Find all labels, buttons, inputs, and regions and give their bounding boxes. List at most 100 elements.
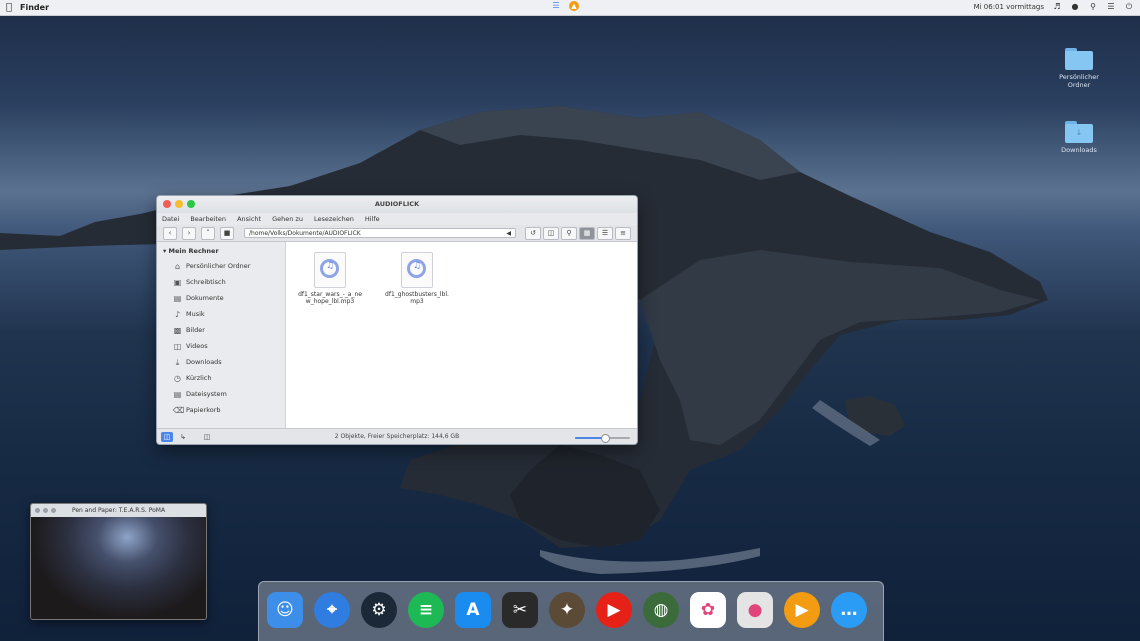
sidebar-item-desktop[interactable]: ▣ Schreibtisch [157,274,285,290]
path-field[interactable]: /home/Volks/Dokumente/AUDIOFLICK ◀ [244,228,516,238]
desktop-icon-downloads[interactable]: ↓ Downloads [1049,121,1109,154]
video-title: Pen and Paper: T.E.A.R.S. PoMA [71,507,166,514]
previous-location-icon[interactable]: ↺ [525,227,541,240]
video-frame[interactable] [31,517,206,619]
messages-icon[interactable]: … [831,592,867,628]
video-titlebar[interactable]: Pen and Paper: T.E.A.R.S. PoMA [31,504,206,517]
volume-icon[interactable]: ♬ [1052,2,1062,12]
app-store-icon[interactable]: A [455,592,491,628]
location-toggle-button[interactable]: ■ [220,226,234,240]
search-button[interactable]: ⚲ [561,227,577,240]
video-minimize-button[interactable] [43,508,48,513]
sidebar-item-label: Dateisystem [186,390,227,398]
menu-ansicht[interactable]: Ansicht [237,215,261,223]
places-toggle-icon[interactable]: ◫ [161,432,173,442]
desktop-icon-label: Downloads [1061,146,1097,154]
sidebar-item-pictures[interactable]: ▩ Bilder [157,322,285,338]
safari-icon[interactable]: ⌖ [314,592,350,628]
sidebar-item-music[interactable]: ♪ Musik [157,306,285,322]
window-title: AUDIOFLICK [374,200,420,208]
back-button[interactable]: ‹ [163,226,177,240]
sidebar-item-label: Bilder [186,326,205,334]
play-icon[interactable]: ▶ [784,592,820,628]
sidebar-item-videos[interactable]: ◫ Videos [157,338,285,354]
new-tab-icon[interactable]: ◫ [543,227,559,240]
download-folder-icon: ↓ [1065,121,1093,143]
file-name: df1_star_wars_-_a_new_hope_lbl.mp3 [298,291,362,305]
menu-datei[interactable]: Datei [162,215,179,223]
file-item[interactable]: ♫ df1_star_wars_-_a_new_hope_lbl.mp3 [298,252,362,305]
pictures-icon: ▩ [173,325,182,335]
status-text: 2 Objekte, Freier Speicherplatz: 144,6 G… [334,433,460,440]
path-text: /home/Volks/Dokumente/AUDIOFLICK [249,230,361,237]
desktop-icon-label: Persönlicher Ordner [1059,73,1099,89]
sidebar-item-home[interactable]: ⌂ Persönlicher Ordner [157,258,285,274]
forward-button[interactable]: › [182,226,196,240]
menu-bar:  Finder ☰ ▲ Mi 06:01 vormittags ♬ ● ⚲ ☰… [0,0,1140,16]
file-area[interactable]: ♫ df1_star_wars_-_a_new_hope_lbl.mp3 ♫ d… [286,242,637,428]
filesystem-icon: ▤ [173,389,182,399]
list-view-button[interactable]: ☰ [597,227,613,240]
up-button[interactable]: ˄ [201,226,215,240]
app-menu-finder[interactable]: Finder [20,3,49,12]
menu-gehen-zu[interactable]: Gehen zu [272,215,303,223]
zoom-slider-knob[interactable] [601,434,611,443]
folder-icon [1065,48,1093,70]
sidebar-item-label: Videos [186,342,208,350]
zoom-slider[interactable] [575,434,630,443]
trash-icon: ⌫ [173,405,185,415]
game-center-icon[interactable]: ● [737,592,773,628]
search-icon[interactable]: ⚲ [1088,2,1098,12]
status-bar: ◫ ↳ ◫ 2 Objekte, Freier Speicherplatz: 1… [157,428,637,444]
music-icon: ♪ [174,309,181,319]
desktop:  Finder ☰ ▲ Mi 06:01 vormittags ♬ ● ⚲ ☰… [0,0,1140,641]
video-close-button[interactable] [35,508,40,513]
audio-file-icon: ♫ [314,252,346,288]
sidebar-item-filesystem[interactable]: ▤ Dateisystem [157,386,285,402]
power-icon[interactable]: ⏻ [1124,2,1134,12]
sidebar-item-label: Kürzlich [186,374,212,382]
tree-toggle-icon[interactable]: ↳ [177,432,189,442]
youtube-icon[interactable]: ▶ [596,592,632,628]
steam-icon[interactable]: ⚙ [361,592,397,628]
sidebar-toggle-icon[interactable]: ◫ [201,432,213,442]
apple-menu-icon[interactable]:  [6,2,12,13]
dock: ☺ ⌖ ⚙ ≡ A ✂ ✦ ▶ ◍ ✿ ● ▶ … [258,581,884,641]
window-titlebar[interactable]: AUDIOFLICK [157,196,637,213]
sidebar-item-label: Schreibtisch [186,278,226,286]
finder-icon[interactable]: ☺ [267,592,303,628]
sidebar: ▾ Mein Rechner ⌂ Persönlicher Ordner ▣ Sch… [157,242,286,428]
desktop-icon: ▣ [173,277,182,287]
menu-lesezeichen[interactable]: Lesezeichen [314,215,354,223]
notification-icon[interactable]: ☰ [1106,2,1116,12]
sidebar-item-trash[interactable]: ⌫ Papierkorb [157,402,285,418]
user-icon[interactable]: ● [1070,2,1080,12]
globe-icon[interactable]: ◍ [643,592,679,628]
toolbar: ‹ › ˄ ■ /home/Volks/Dokumente/AUDIOFLICK… [157,225,637,242]
compact-view-button[interactable]: ≡ [615,227,631,240]
clock-text[interactable]: Mi 06:01 vormittags [974,3,1044,11]
counter-strike-icon[interactable]: ✦ [549,592,585,628]
menu-hilfe[interactable]: Hilfe [365,215,380,223]
list-icon[interactable]: ☰ [551,1,561,11]
bookmark-icon[interactable]: ◀ [506,229,511,239]
menu-bearbeiten[interactable]: Bearbeiten [190,215,226,223]
finder-window: AUDIOFLICK Datei Bearbeiten Ansicht Gehe… [156,195,638,445]
sidebar-item-label: Papierkorb [186,406,221,414]
recent-icon: ◷ [174,373,181,383]
icon-view-button[interactable]: ▦ [579,227,595,240]
sidebar-item-label: Downloads [186,358,222,366]
sidebar-item-label: Dokumente [186,294,224,302]
clapper-icon[interactable]: ✂ [502,592,538,628]
photos-icon[interactable]: ✿ [690,592,726,628]
videos-icon: ◫ [173,341,182,351]
video-maximize-button[interactable] [51,508,56,513]
desktop-icon-home-folder[interactable]: Persönlicher Ordner [1049,48,1109,89]
sidebar-item-documents[interactable]: ▤ Dokumente [157,290,285,306]
sidebar-item-recent[interactable]: ◷ Kürzlich [157,370,285,386]
spotify-icon[interactable]: ≡ [408,592,444,628]
sidebar-item-downloads[interactable]: ⤓ Downloads [157,354,285,370]
sidebar-heading[interactable]: ▾ Mein Rechner [157,242,285,258]
vlc-icon[interactable]: ▲ [569,1,579,11]
file-item[interactable]: ♫ df1_ghostbusters_lbl.mp3 [385,252,449,305]
